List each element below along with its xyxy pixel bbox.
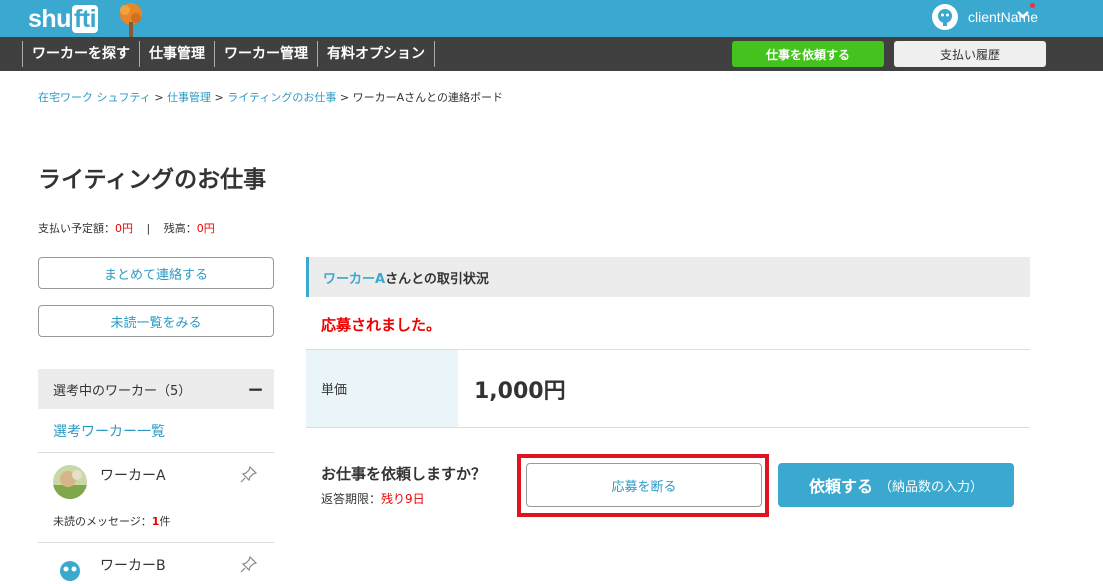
divider (38, 452, 274, 453)
balance-value: 0円 (196, 222, 215, 235)
status-head-suffix: さんとの取引状況 (385, 271, 489, 287)
payment-label: 支払い予定額： (38, 222, 115, 235)
balance-divider: | (146, 222, 151, 235)
pin-icon[interactable] (240, 555, 258, 573)
unit-price-label: 単価 (306, 350, 458, 427)
unread-messages: 未読のメッセージ：1件 (53, 513, 170, 529)
order-button-label: 依頼する (808, 477, 873, 496)
worker-name[interactable]: ワーカーA (100, 465, 166, 485)
user-avatar-icon (937, 9, 952, 26)
breadcrumb-job-link[interactable]: ライティングのお仕事 (227, 91, 336, 104)
nav-item-job-management[interactable]: 仕事管理 (139, 41, 214, 67)
payment-value: 0円 (115, 222, 133, 235)
worker-avatar (53, 465, 87, 499)
breadcrumb-home-link[interactable]: 在宅ワーク シュフティ (38, 91, 151, 104)
balance-info: 支払い予定額：0円 | 残高：0円 (38, 220, 215, 236)
pin-icon[interactable] (240, 465, 258, 483)
deadline-value: 残り9日 (381, 492, 425, 506)
tree-icon (120, 3, 142, 37)
order-button[interactable]: 依頼する （納品数の入力） (778, 463, 1014, 507)
transaction-status-header: ワーカーA さんとの取引状況 (306, 257, 1030, 297)
divider (306, 427, 1030, 428)
top-header: shu fti clientName (0, 0, 1103, 37)
logo-text: shu fti (28, 5, 99, 33)
worker-item[interactable]: ワーカーB (53, 555, 268, 584)
status-worker-name: ワーカーA (323, 271, 386, 287)
bulk-contact-button[interactable]: まとめて連絡する (38, 257, 274, 289)
selecting-workers-header[interactable]: 選考中のワーカー（5） − (38, 369, 274, 409)
selecting-workers-title: 選考中のワーカー（5） (53, 383, 192, 399)
chevron-down-icon[interactable] (1015, 7, 1031, 23)
unread-list-button[interactable]: 未読一覧をみる (38, 305, 274, 337)
applied-message: 応募されました。 (321, 316, 442, 334)
worker-avatar (53, 555, 87, 584)
balance-label: 残高： (163, 222, 197, 235)
worker-item[interactable]: ワーカーA 未読のメッセージ：1件 (53, 465, 268, 530)
unread-unit: 件 (159, 515, 171, 528)
worker-photo-icon (53, 465, 87, 499)
nav-bar: ワーカーを探す 仕事管理 ワーカー管理 有料オプション 仕事を依頼する 支払い履… (0, 37, 1103, 71)
divider (38, 542, 274, 543)
shufti-logo[interactable]: shu fti (28, 2, 99, 34)
request-question: お仕事を依頼しますか？ (321, 465, 487, 483)
breadcrumb-separator: > (336, 91, 353, 104)
reply-deadline: 返答期限：残り9日 (321, 490, 425, 507)
worker-mascot-icon (53, 555, 87, 584)
payment-history-button[interactable]: 支払い履歴 (894, 41, 1046, 67)
nav-item-find-worker[interactable]: ワーカーを探す (22, 41, 139, 67)
collapse-icon[interactable]: − (247, 377, 264, 401)
decline-application-button[interactable]: 応募を断る (526, 463, 762, 507)
nav-menu: ワーカーを探す 仕事管理 ワーカー管理 有料オプション (22, 41, 435, 67)
order-button-sublabel: （納品数の入力） (879, 479, 984, 495)
breadcrumb-separator: > (211, 91, 228, 104)
user-avatar (931, 4, 958, 30)
breadcrumb-current: ワーカーAさんとの連絡ボード (352, 91, 504, 104)
deadline-label: 返答期限： (321, 492, 382, 506)
unit-price-value: 1,000円 (474, 379, 566, 404)
worker-name[interactable]: ワーカーB (100, 555, 166, 575)
breadcrumb-separator: > (150, 91, 168, 104)
unread-label: 未読のメッセージ： (53, 515, 152, 528)
nav-item-worker-management[interactable]: ワーカー管理 (214, 41, 317, 67)
page-title: ライティングのお仕事 (38, 167, 267, 193)
notification-dot (1030, 3, 1035, 8)
worker-list-link[interactable]: 選考ワーカー一覧 (53, 421, 165, 441)
breadcrumb-job-management-link[interactable]: 仕事管理 (167, 91, 211, 104)
breadcrumb: 在宅ワーク シュフティ > 仕事管理 > ライティングのお仕事 > ワーカーAさ… (38, 89, 503, 105)
nav-item-paid-options[interactable]: 有料オプション (317, 41, 435, 67)
request-job-button[interactable]: 仕事を依頼する (732, 41, 884, 67)
